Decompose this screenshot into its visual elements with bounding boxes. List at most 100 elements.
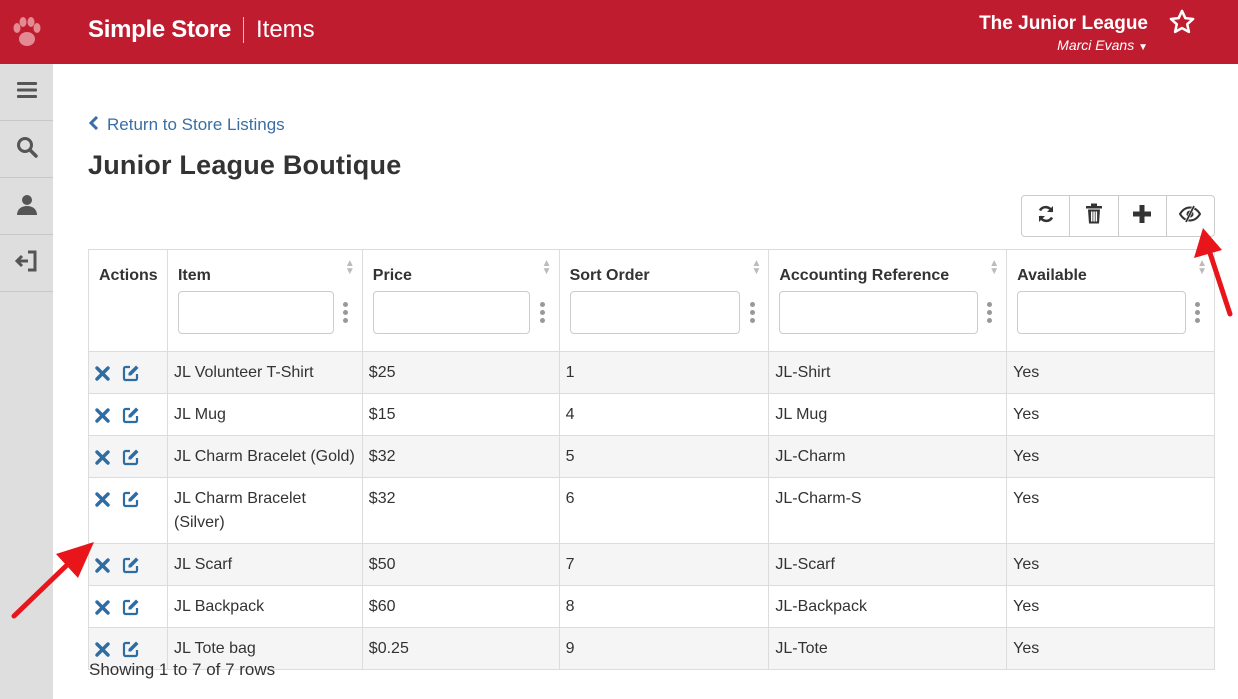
title-divider xyxy=(243,17,244,43)
sort-order-cell: 9 xyxy=(558,627,770,670)
available-cell: Yes xyxy=(1006,393,1215,436)
annotation-arrow xyxy=(1194,228,1233,317)
delete-row-icon[interactable] xyxy=(95,365,110,381)
top-bar: Simple Store Items The Junior League Mar… xyxy=(0,0,1238,64)
available-cell: Yes xyxy=(1006,351,1215,394)
edit-row-icon[interactable] xyxy=(122,448,140,466)
row-actions-cell xyxy=(88,393,168,436)
items-table: Actions Item ▲ ▼ Price ▲ ▼ Sort Order ▲ … xyxy=(88,249,1215,670)
price-cell: $32 xyxy=(361,435,560,478)
back-link-label: Return to Store Listings xyxy=(107,115,285,134)
edit-row-icon[interactable] xyxy=(122,406,140,424)
column-header-sort-order[interactable]: Sort Order ▲ ▼ xyxy=(558,249,770,352)
item-cell: JL Mug xyxy=(166,393,363,436)
sort-order-cell: 1 xyxy=(558,351,770,394)
row-actions-cell xyxy=(88,585,168,628)
edit-row-icon[interactable] xyxy=(122,364,140,382)
table-row[interactable]: JL Volunteer T-Shirt $25 1 JL-Shirt Yes xyxy=(88,351,1215,394)
sort-order-cell: 7 xyxy=(558,543,770,586)
table-row[interactable]: JL Backpack $60 8 JL-Backpack Yes xyxy=(88,585,1215,628)
accounting-reference-filter-input[interactable] xyxy=(779,291,978,334)
delete-row-icon[interactable] xyxy=(95,491,110,507)
price-cell: $25 xyxy=(361,351,560,394)
caret-down-icon: ▼ xyxy=(1138,42,1148,53)
price-cell: $32 xyxy=(361,477,560,544)
row-actions-cell xyxy=(88,477,168,544)
item-cell: JL Scarf xyxy=(166,543,363,586)
edit-row-icon[interactable] xyxy=(122,490,140,508)
trash-icon xyxy=(1085,203,1103,229)
price-cell: $0.25 xyxy=(361,627,560,670)
accounting-reference-cell: JL-Charm xyxy=(768,435,1008,478)
row-actions-cell xyxy=(88,435,168,478)
filter-options-icon[interactable] xyxy=(983,302,998,323)
refresh-icon xyxy=(1036,204,1056,229)
column-header-price[interactable]: Price ▲ ▼ xyxy=(361,249,560,352)
sidebar-item-search[interactable] xyxy=(0,121,53,178)
sort-icon[interactable]: ▲ ▼ xyxy=(989,259,999,277)
plus-icon xyxy=(1132,204,1152,229)
delete-button[interactable] xyxy=(1070,196,1119,236)
column-header-item[interactable]: Item ▲ ▼ xyxy=(166,249,363,352)
column-header-available[interactable]: Available ▲ ▼ xyxy=(1006,249,1215,352)
table-row[interactable]: JL Charm Bracelet (Gold) $32 5 JL-Charm Yes xyxy=(88,435,1215,478)
app-title[interactable]: Simple Store xyxy=(88,16,231,44)
column-header-actions: Actions xyxy=(88,249,168,352)
add-item-button[interactable] xyxy=(1119,196,1167,236)
delete-row-icon[interactable] xyxy=(95,449,110,465)
filter-options-icon[interactable] xyxy=(339,302,353,323)
menu-icon xyxy=(16,80,38,105)
sort-icon[interactable]: ▲ ▼ xyxy=(345,259,355,277)
sort-order-filter-input[interactable] xyxy=(569,291,740,334)
section-title: Items xyxy=(256,16,315,43)
table-header-row: Actions Item ▲ ▼ Price ▲ ▼ Sort Order ▲ … xyxy=(88,249,1215,352)
accounting-reference-cell: JL-Tote xyxy=(768,627,1008,670)
item-cell: JL Charm Bracelet (Gold) xyxy=(166,435,363,478)
edit-row-icon[interactable] xyxy=(122,598,140,616)
accounting-reference-cell: JL-Shirt xyxy=(768,351,1008,394)
available-cell: Yes xyxy=(1006,585,1215,628)
sort-icon[interactable]: ▲ ▼ xyxy=(542,259,552,277)
accounting-reference-cell: JL Mug xyxy=(768,393,1008,436)
sidebar-item-menu[interactable] xyxy=(0,64,53,121)
table-row[interactable]: JL Mug $15 4 JL Mug Yes xyxy=(88,393,1215,436)
column-header-label: Item xyxy=(177,267,211,284)
available-cell: Yes xyxy=(1006,435,1215,478)
column-header-label: Available xyxy=(1017,267,1087,284)
sort-icon[interactable]: ▲ ▼ xyxy=(751,259,761,277)
delete-row-icon[interactable] xyxy=(95,407,110,423)
edit-row-icon[interactable] xyxy=(122,640,140,658)
sidebar-item-profile[interactable] xyxy=(0,178,53,235)
refresh-button[interactable] xyxy=(1022,196,1071,236)
table-row[interactable]: JL Scarf $50 7 JL-Scarf Yes xyxy=(88,543,1215,586)
price-cell: $60 xyxy=(361,585,560,628)
star-icon[interactable] xyxy=(1168,8,1196,43)
column-header-accounting-reference[interactable]: Accounting Reference ▲ ▼ xyxy=(768,249,1008,352)
search-icon xyxy=(15,135,39,164)
pagination-summary: Showing 1 to 7 of 7 rows xyxy=(89,660,276,679)
return-to-store-listings-link[interactable]: Return to Store Listings xyxy=(88,115,285,135)
filter-options-icon[interactable] xyxy=(535,302,549,323)
price-cell: $15 xyxy=(361,393,560,436)
edit-row-icon[interactable] xyxy=(122,556,140,574)
item-cell: JL Volunteer T-Shirt xyxy=(166,351,363,394)
accounting-reference-cell: JL-Charm-S xyxy=(768,477,1008,544)
paw-logo-icon[interactable] xyxy=(0,0,53,64)
sidebar-item-sign-out[interactable] xyxy=(0,235,53,292)
available-filter-input[interactable] xyxy=(1017,291,1186,334)
sort-order-cell: 5 xyxy=(558,435,770,478)
price-filter-input[interactable] xyxy=(372,291,531,334)
user-menu[interactable]: Marci Evans ▼ xyxy=(1057,37,1148,53)
column-header-label: Sort Order xyxy=(569,267,650,284)
row-actions-cell xyxy=(88,543,168,586)
column-header-label: Actions xyxy=(99,267,158,284)
delete-row-icon[interactable] xyxy=(95,641,110,657)
filter-options-icon[interactable] xyxy=(745,302,759,323)
table-row[interactable]: JL Charm Bracelet (Silver) $32 6 JL-Charm-S… xyxy=(88,477,1215,544)
sign-out-icon xyxy=(14,249,39,278)
annotation-arrow xyxy=(11,542,94,619)
chevron-left-icon xyxy=(88,115,99,135)
accounting-reference-cell: JL-Scarf xyxy=(768,543,1008,586)
item-cell: JL Backpack xyxy=(166,585,363,628)
item-filter-input[interactable] xyxy=(177,291,334,334)
